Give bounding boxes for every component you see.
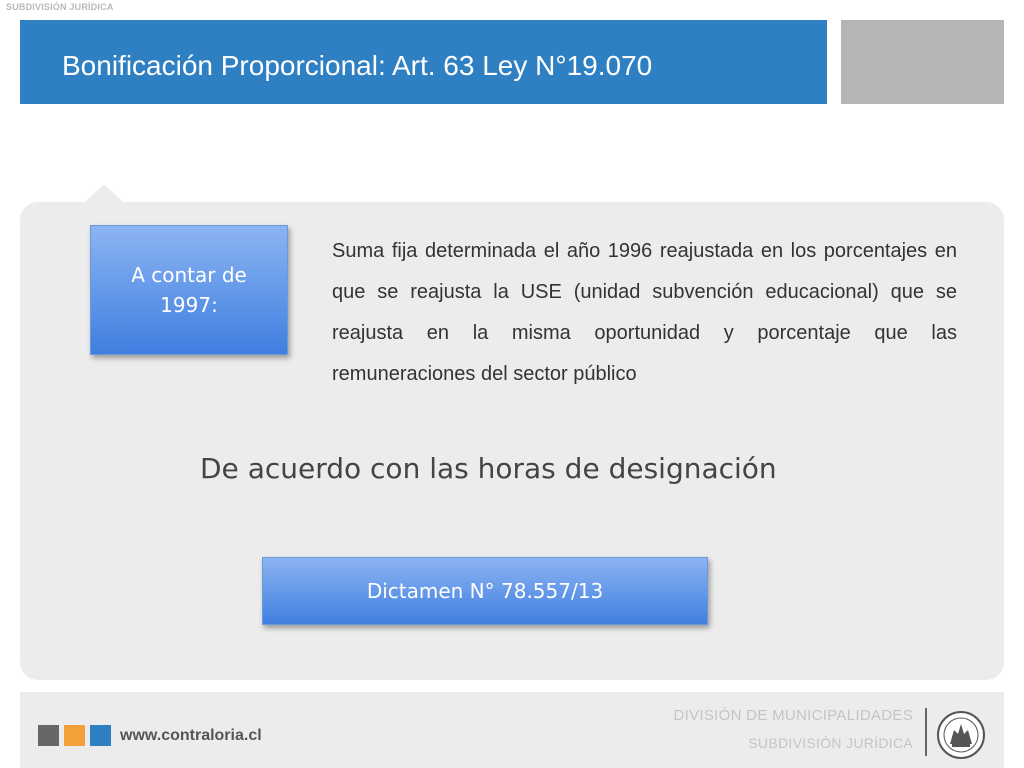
orange-square-icon bbox=[64, 725, 85, 746]
footer-url: www.contraloria.cl bbox=[120, 727, 262, 744]
dictamen-box: Dictamen N° 78.557/13 bbox=[262, 557, 708, 625]
description-paragraph: Suma fija determinada el año 1996 reajus… bbox=[332, 240, 957, 385]
gray-square-icon bbox=[38, 725, 59, 746]
footer-subdivision: SUBDIVISIÓN JURÍDICA bbox=[748, 735, 913, 751]
date-box: A contar de 1997: bbox=[90, 225, 288, 355]
dictamen-label: Dictamen N° 78.557/13 bbox=[366, 579, 604, 603]
footer-divider bbox=[925, 708, 927, 756]
footer-division: DIVISIÓN DE MUNICIPALIDADES bbox=[673, 707, 913, 724]
title-bar: Bonificación Proporcional: Art. 63 Ley N… bbox=[20, 20, 827, 104]
slide-title: Bonificación Proporcional: Art. 63 Ley N… bbox=[62, 50, 653, 81]
panel-pointer bbox=[83, 184, 125, 204]
blue-square-icon bbox=[90, 725, 111, 746]
header-gray-block bbox=[841, 20, 1004, 104]
contraloria-seal-icon bbox=[937, 711, 985, 759]
subheading: De acuerdo con las horas de designación bbox=[200, 452, 777, 485]
date-box-label: A contar de 1997: bbox=[131, 263, 247, 317]
header-top-label: SUBDIVISIÓN JURÍDICA bbox=[6, 2, 114, 12]
